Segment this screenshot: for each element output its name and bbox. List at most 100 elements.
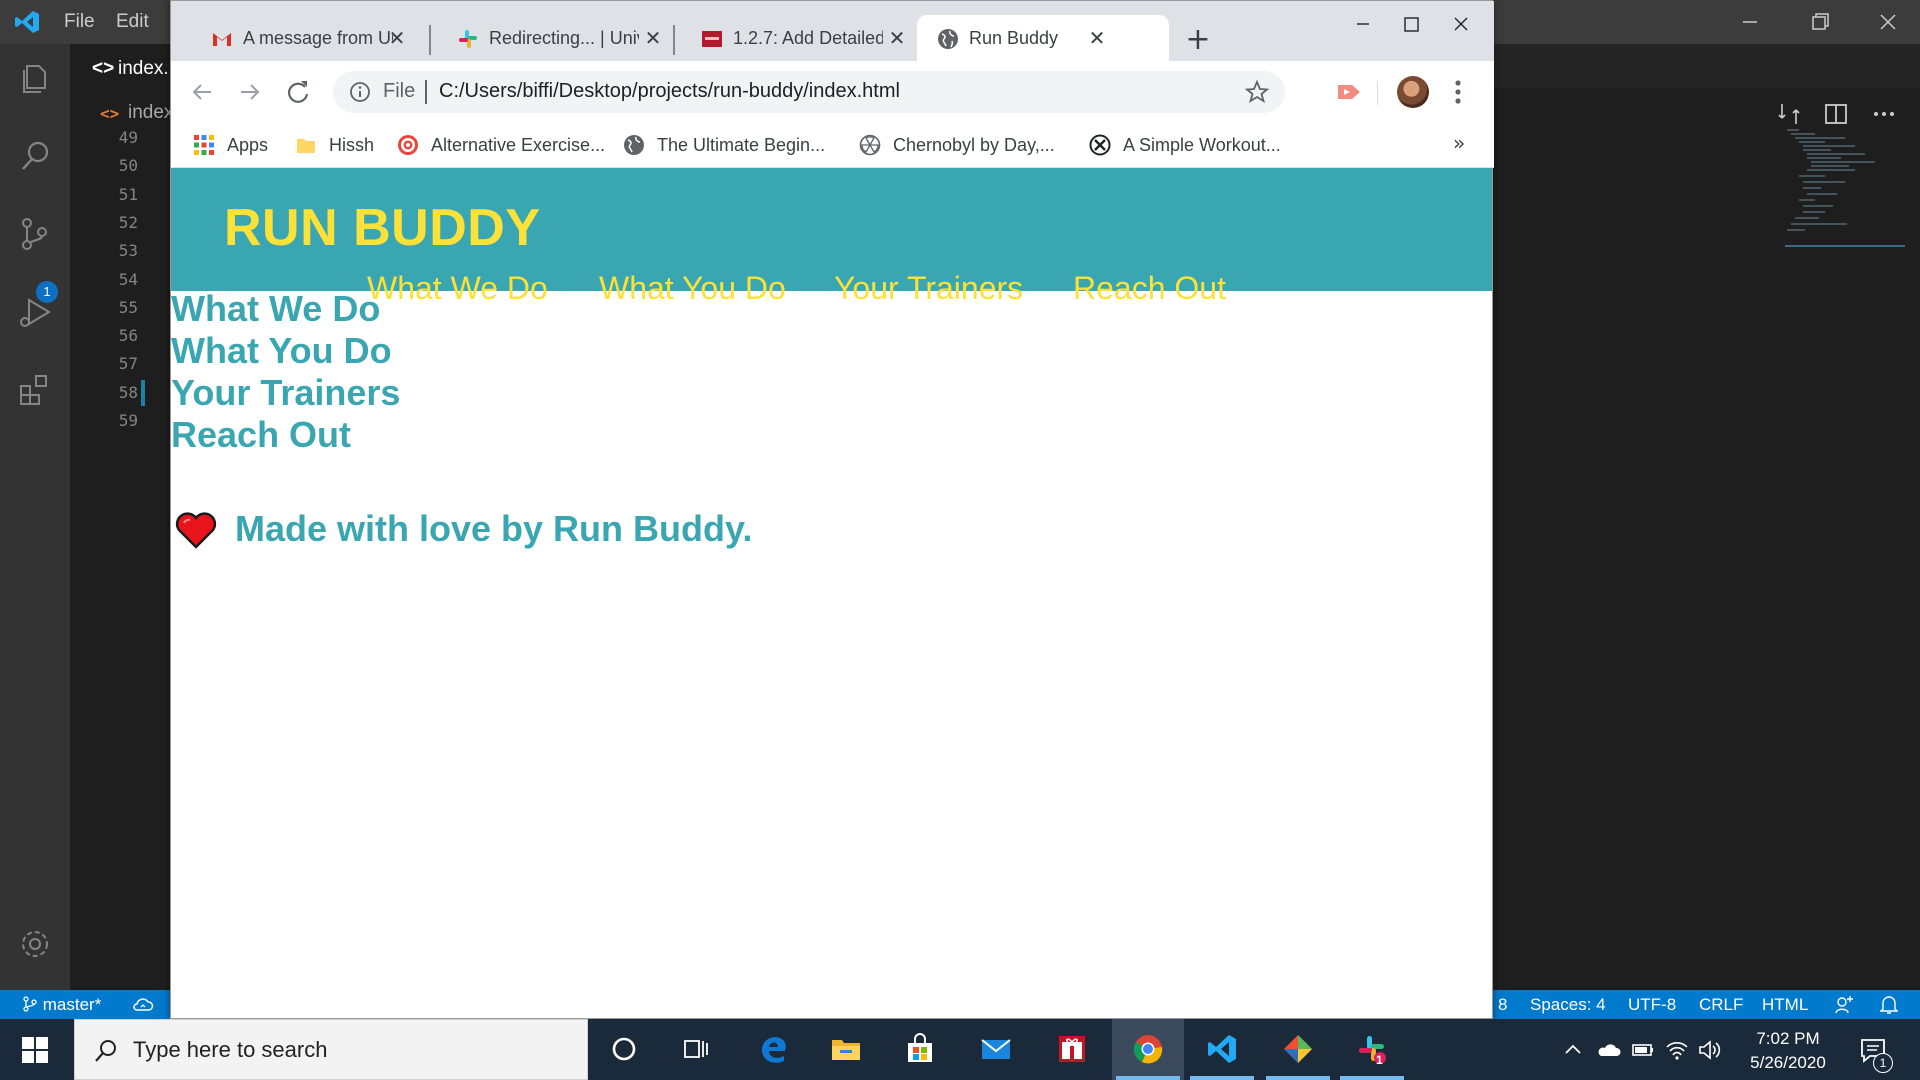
chrome-minimize-icon[interactable] — [1343, 9, 1383, 39]
line-number: 58 — [118, 382, 138, 402]
browser-tab-gmail[interactable]: A message from UCF ✕ — [191, 15, 421, 61]
indentation-status[interactable]: Spaces: 4 — [1530, 995, 1606, 1015]
html-file-icon: <> — [100, 104, 120, 123]
run-debug-icon[interactable] — [15, 292, 55, 332]
forward-arrow-icon[interactable] — [233, 75, 267, 109]
git-branch-status[interactable]: master* — [22, 995, 101, 1015]
breadcrumb-label: index — [128, 102, 174, 123]
taskbar-search-box[interactable]: Type here to search — [74, 1019, 588, 1080]
vscode-minimize-icon[interactable] — [1730, 6, 1770, 38]
task-view-icon — [684, 1040, 708, 1058]
extension-icon[interactable] — [1335, 79, 1363, 105]
editor-tab-index[interactable]: <> index. — [70, 44, 180, 88]
toolbar-separator — [1377, 81, 1378, 105]
gift-app[interactable] — [1036, 1019, 1108, 1080]
notification-count-badge: 1 — [1873, 1053, 1893, 1073]
minimap[interactable] — [1785, 128, 1905, 248]
split-editor-icon[interactable] — [1822, 100, 1850, 128]
nav-link-what-you-do[interactable]: What You Do — [599, 270, 786, 307]
address-bar[interactable]: File C:/Users/biffi/Desktop/projects/run… — [333, 71, 1285, 113]
store-app[interactable] — [884, 1019, 956, 1080]
tab-close-icon[interactable]: ✕ — [643, 28, 663, 48]
vscode-menu-edit[interactable]: Edit — [116, 11, 149, 33]
chrome-close-icon[interactable] — [1441, 9, 1481, 39]
vscode-close-icon[interactable] — [1868, 6, 1908, 38]
vscode-restore-icon[interactable] — [1800, 6, 1840, 38]
explorer-icon[interactable] — [15, 58, 55, 98]
system-clock[interactable]: 7:02 PM 5/26/2020 — [1728, 1027, 1848, 1075]
sync-icon[interactable] — [132, 996, 154, 1014]
encoding-status[interactable]: UTF-8 — [1628, 995, 1676, 1015]
language-status[interactable]: HTML — [1762, 995, 1808, 1015]
volume-icon[interactable] — [1696, 1037, 1722, 1063]
battery-icon[interactable] — [1630, 1037, 1656, 1063]
tab-close-icon[interactable]: ✕ — [387, 28, 407, 48]
search-icon[interactable] — [15, 136, 55, 176]
unstyled-link-list: What We Do What You Do Your Trainers Rea… — [171, 288, 431, 456]
wifi-icon[interactable] — [1664, 1037, 1690, 1063]
compare-changes-icon[interactable] — [1776, 100, 1804, 128]
more-actions-icon[interactable] — [1870, 100, 1898, 128]
mail-icon — [981, 1039, 1011, 1059]
nav-link-your-trainers[interactable]: Your Trainers — [834, 270, 1023, 307]
bookmark-label: A Simple Workout... — [1123, 135, 1281, 155]
link-what-you-do[interactable]: What You Do — [171, 330, 431, 372]
clock-date: 5/26/2020 — [1750, 1053, 1826, 1072]
vscode-icon — [1208, 1035, 1236, 1063]
source-control-icon[interactable] — [15, 214, 55, 254]
reload-icon[interactable] — [281, 75, 315, 109]
slack-icon — [459, 30, 477, 48]
vscode-app[interactable] — [1186, 1019, 1258, 1080]
nav-link-reach-out[interactable]: Reach Out — [1073, 270, 1226, 307]
task-view-button[interactable] — [660, 1019, 732, 1080]
cortana-button[interactable] — [588, 1019, 660, 1080]
site-info-icon[interactable] — [349, 81, 371, 103]
chrome-toolbar: File C:/Users/biffi/Desktop/projects/run… — [171, 61, 1494, 123]
browser-tab-redirecting[interactable]: Redirecting... | University ✕ — [437, 15, 667, 61]
tab-close-icon[interactable]: ✕ — [887, 28, 907, 48]
back-arrow-icon[interactable] — [185, 75, 219, 109]
chrome-maximize-icon[interactable] — [1391, 9, 1431, 39]
new-tab-button[interactable]: + — [1183, 25, 1213, 55]
link-reach-out[interactable]: Reach Out — [171, 414, 431, 456]
onedrive-icon[interactable] — [1596, 1037, 1622, 1063]
git-app[interactable] — [1262, 1019, 1334, 1080]
notifications-bell-icon[interactable] — [1880, 995, 1898, 1015]
tab-close-icon[interactable]: ✕ — [1087, 28, 1107, 48]
windows-taskbar: Type here to search 1 7:02 PM 5/26/2020 … — [0, 1019, 1920, 1080]
tray-overflow-chevron-icon[interactable] — [1560, 1037, 1586, 1063]
bookmarks-overflow-button[interactable]: » — [1453, 131, 1465, 155]
vscode-activity-bar: 1 — [0, 44, 70, 990]
link-your-trainers[interactable]: Your Trainers — [171, 372, 431, 414]
chrome-app[interactable] — [1112, 1019, 1184, 1080]
file-explorer-icon — [832, 1040, 860, 1060]
feedback-icon[interactable] — [1834, 995, 1854, 1015]
site-title[interactable]: RUN BUDDY — [224, 198, 541, 258]
bookmark-star-icon[interactable] — [1245, 80, 1269, 104]
browser-tab-canvas[interactable]: 1.2.7: Add Detailed ✕ — [681, 15, 911, 61]
windows-start-icon[interactable] — [22, 1037, 48, 1063]
vscode-menu-file[interactable]: File — [64, 11, 95, 33]
chrome-window: A message from UCF ✕ Redirecting... | Un… — [170, 0, 1494, 1019]
settings-gear-icon[interactable] — [15, 924, 55, 964]
file-explorer-app[interactable] — [810, 1019, 882, 1080]
url-separator — [425, 80, 427, 104]
edge-app[interactable] — [738, 1019, 810, 1080]
browser-tab-run-buddy[interactable]: Run Buddy ✕ — [917, 15, 1169, 61]
slack-app[interactable]: 1 — [1336, 1019, 1408, 1080]
mail-app[interactable] — [960, 1019, 1032, 1080]
html-file-icon: <> — [92, 58, 115, 79]
profile-avatar[interactable] — [1397, 76, 1429, 108]
store-icon — [908, 1033, 932, 1062]
link-what-we-do[interactable]: What We Do — [171, 288, 431, 330]
git-icon — [1284, 1035, 1312, 1063]
extensions-icon[interactable] — [15, 370, 55, 410]
branch-name: master* — [42, 995, 102, 1014]
globe-icon — [938, 29, 958, 49]
url-text[interactable]: C:/Users/biffi/Desktop/projects/run-budd… — [439, 80, 900, 103]
eol-status[interactable]: CRLF — [1699, 995, 1743, 1015]
chrome-menu-icon[interactable] — [1453, 77, 1463, 107]
line-number: 54 — [118, 269, 138, 289]
line-col-status[interactable]: 8 — [1498, 995, 1507, 1015]
bookmark-label: Alternative Exercise... — [431, 135, 606, 155]
